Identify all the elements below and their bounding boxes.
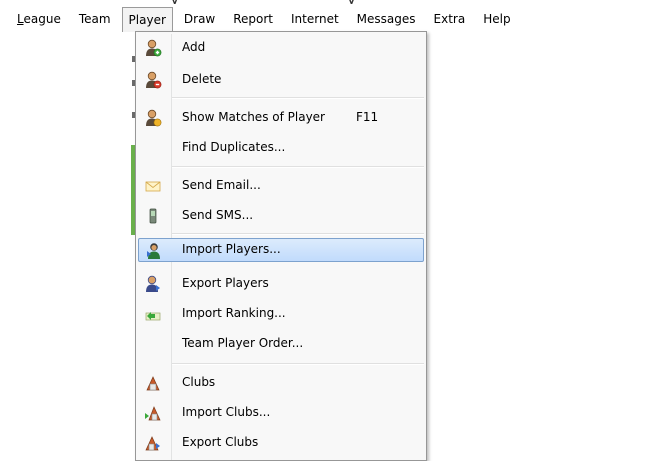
- window-title-fragment: y y: [0, 0, 656, 4]
- menu-item-show-matches-label: Show Matches of Player: [182, 110, 325, 124]
- menu-draw[interactable]: Draw: [175, 8, 224, 31]
- menu-item-clubs[interactable]: Clubs: [138, 371, 424, 395]
- menu-separator: [172, 97, 424, 99]
- menu-item-import-players-label: Import Players...: [182, 242, 281, 256]
- menu-item-import-ranking-label: Import Ranking...: [182, 306, 286, 320]
- menu-item-export-players-label: Export Players: [182, 276, 269, 290]
- clubs-icon: [144, 374, 162, 392]
- menu-item-delete[interactable]: Delete: [138, 68, 424, 92]
- menu-item-clubs-label: Clubs: [182, 375, 216, 389]
- menu-item-send-sms-label: Send SMS...: [182, 208, 254, 222]
- menu-item-find-duplicates-label: Find Duplicates...: [182, 140, 286, 154]
- menu-separator: [172, 166, 424, 168]
- menu-separator: [172, 363, 424, 365]
- menu-item-export-players[interactable]: Export Players: [138, 272, 424, 296]
- menu-item-add-label: Add: [182, 40, 206, 54]
- menu-item-find-duplicates[interactable]: Find Duplicates...: [138, 136, 424, 160]
- menu-bar: League Team Player Draw Report Internet …: [0, 7, 656, 32]
- menu-item-show-matches-shortcut: F11: [356, 110, 379, 124]
- menu-item-team-player-order[interactable]: Team Player Order...: [138, 332, 424, 356]
- player-add-icon: [144, 39, 162, 57]
- menu-item-import-clubs[interactable]: Import Clubs...: [138, 401, 424, 425]
- menu-internet[interactable]: Internet: [282, 8, 348, 31]
- menu-item-import-players[interactable]: Import Players...: [138, 238, 424, 262]
- export-players-icon: [144, 275, 162, 293]
- menu-item-send-email-label: Send Email...: [182, 178, 261, 192]
- menu-item-team-player-order-label: Team Player Order...: [182, 336, 304, 350]
- menu-item-add[interactable]: Add: [138, 36, 424, 60]
- import-ranking-icon: [144, 305, 162, 323]
- menu-league-label: eague: [23, 12, 61, 26]
- menu-separator: [172, 233, 424, 235]
- player-delete-icon: [144, 71, 162, 89]
- envelope-icon: [144, 177, 162, 195]
- menu-messages[interactable]: Messages: [348, 8, 425, 31]
- mobile-phone-icon: [144, 207, 162, 225]
- menu-league[interactable]: League: [8, 8, 70, 31]
- menu-item-import-clubs-label: Import Clubs...: [182, 405, 271, 419]
- menu-help[interactable]: Help: [474, 8, 519, 31]
- player-menu-dropdown: Add Delete Show Matches of Player F11 Fi…: [135, 31, 427, 461]
- menu-item-show-matches[interactable]: Show Matches of Player F11: [138, 106, 424, 130]
- menu-item-export-clubs-label: Export Clubs: [182, 435, 259, 449]
- menu-player[interactable]: Player: [121, 7, 173, 32]
- menu-item-send-email[interactable]: Send Email...: [138, 174, 424, 198]
- menu-team[interactable]: Team: [70, 8, 120, 31]
- menu-extra[interactable]: Extra: [425, 8, 475, 31]
- import-players-icon: [145, 242, 163, 260]
- menu-item-send-sms[interactable]: Send SMS...: [138, 204, 424, 228]
- menu-item-export-clubs[interactable]: Export Clubs: [138, 431, 424, 455]
- player-matches-icon: [144, 109, 162, 127]
- menu-item-delete-label: Delete: [182, 72, 222, 86]
- menu-report[interactable]: Report: [224, 8, 282, 31]
- export-clubs-icon: [144, 434, 162, 452]
- import-clubs-icon: [144, 404, 162, 422]
- menu-item-import-ranking[interactable]: Import Ranking...: [138, 302, 424, 326]
